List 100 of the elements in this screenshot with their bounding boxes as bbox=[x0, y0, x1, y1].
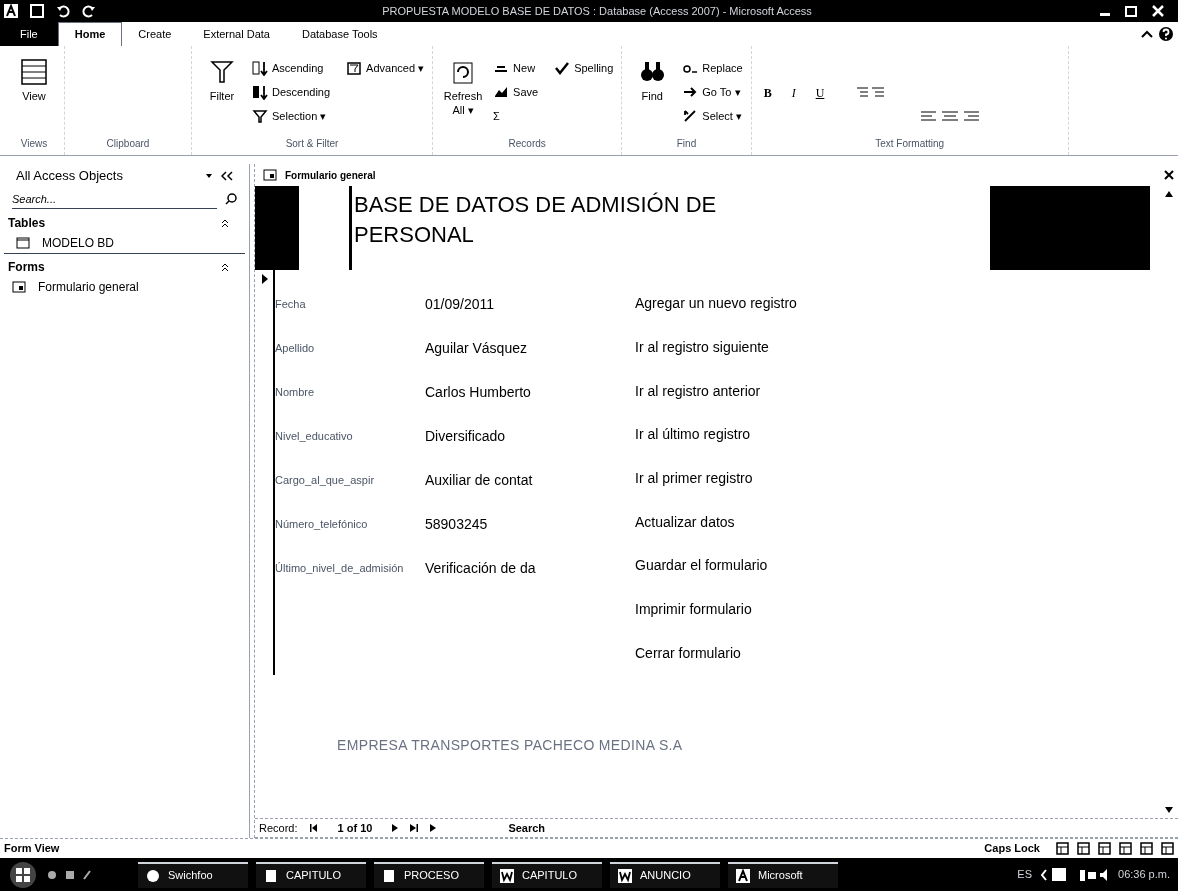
ribbon-group-label: Views bbox=[19, 137, 49, 151]
ribbon-button[interactable]: Go To ▾ bbox=[682, 82, 743, 102]
taskbar-button[interactable]: PROCESO bbox=[374, 861, 484, 888]
ribbon-button[interactable]: Advanced ▾ bbox=[346, 58, 425, 78]
field-label: Número_telefónico bbox=[275, 516, 369, 532]
command-button[interactable]: Imprimir formulario bbox=[635, 599, 752, 621]
format-button[interactable]: B bbox=[759, 84, 776, 102]
format-button[interactable]: U bbox=[811, 84, 829, 102]
field-label: Apellido bbox=[275, 340, 316, 356]
command-button[interactable]: Ir al último registro bbox=[635, 424, 751, 446]
sort-ascending-icon bbox=[252, 60, 268, 76]
collapse-ribbon-icon[interactable] bbox=[1140, 28, 1154, 40]
command-button[interactable]: Ir al registro anterior bbox=[635, 380, 761, 402]
app-icon bbox=[618, 868, 632, 883]
first-record-icon[interactable] bbox=[309, 824, 318, 832]
clock: 06:36 p.m. bbox=[1118, 867, 1170, 883]
ribbon-tab[interactable]: File bbox=[0, 22, 58, 46]
ribbon-button[interactable]: Find bbox=[630, 54, 675, 104]
undo-icon[interactable] bbox=[56, 4, 70, 18]
ribbon-button[interactable]: Selection ▾ bbox=[252, 106, 331, 126]
collapse-icon bbox=[221, 218, 229, 228]
field-value[interactable]: Diversificado bbox=[425, 425, 506, 447]
close-icon[interactable] bbox=[1164, 170, 1174, 180]
ribbon-button[interactable]: Ascending bbox=[252, 58, 331, 78]
field-value[interactable]: Aguilar Vásquez bbox=[425, 337, 527, 359]
field-label: Cargo_al_que_aspir bbox=[275, 472, 376, 488]
design-view-icon[interactable] bbox=[1161, 842, 1174, 855]
redo-icon[interactable] bbox=[82, 4, 96, 18]
indent-icon[interactable] bbox=[856, 86, 887, 100]
scroll-up-icon[interactable] bbox=[1164, 190, 1174, 198]
align-icon[interactable] bbox=[919, 110, 980, 124]
nav-item[interactable]: MODELO BD bbox=[4, 232, 245, 254]
ribbon-button[interactable]: Filter bbox=[200, 54, 244, 104]
field-value[interactable]: Verificación de da bbox=[425, 557, 536, 579]
ribbon-button[interactable]: Select ▾ bbox=[682, 106, 743, 126]
command-button[interactable]: Ir al registro siguiente bbox=[635, 337, 769, 358]
language-indicator[interactable]: ES bbox=[1017, 866, 1032, 883]
pivot-table-icon[interactable] bbox=[1098, 842, 1111, 855]
ribbon-tab[interactable]: Home bbox=[57, 22, 123, 46]
collapse-pane-icon[interactable] bbox=[221, 171, 233, 181]
form-title: BASE DE DATOS DE ADMISIÓN DE PERSONAL bbox=[354, 191, 718, 249]
field-value[interactable]: Carlos Humberto bbox=[425, 381, 531, 403]
field-label: Nivel_educativo bbox=[275, 428, 354, 444]
ribbon-button[interactable]: Save bbox=[493, 82, 539, 102]
app-icon bbox=[146, 868, 160, 883]
ribbon-button[interactable]: New bbox=[493, 58, 539, 78]
maximize-icon[interactable] bbox=[1124, 5, 1138, 17]
scroll-down-icon[interactable] bbox=[1164, 806, 1174, 814]
document-tab[interactable]: Formulario general bbox=[285, 167, 1156, 183]
ribbon-tab[interactable]: Create bbox=[122, 22, 188, 46]
record-selector-icon[interactable] bbox=[261, 274, 269, 284]
field-value[interactable]: 58903245 bbox=[425, 513, 488, 535]
status-text: Caps Lock bbox=[984, 841, 1040, 857]
new-record-icon[interactable] bbox=[430, 824, 437, 832]
pivot-chart-icon[interactable] bbox=[1119, 842, 1132, 855]
ribbon-button[interactable]: Descending bbox=[252, 82, 331, 102]
command-button[interactable]: Guardar el formulario bbox=[635, 555, 768, 577]
taskbar-button[interactable]: Swichfoo bbox=[138, 861, 248, 888]
search-icon[interactable] bbox=[225, 193, 237, 205]
last-record-icon[interactable] bbox=[410, 824, 419, 832]
nav-group-header[interactable]: Tables bbox=[0, 214, 249, 232]
start-orb-icon[interactable] bbox=[8, 860, 38, 889]
command-button[interactable]: Ir al primer registro bbox=[635, 468, 753, 489]
field-label: Fecha bbox=[275, 296, 307, 312]
record-label: Record: bbox=[259, 820, 298, 836]
app-icon bbox=[500, 868, 514, 883]
next-record-icon[interactable] bbox=[392, 824, 399, 832]
taskbar-button[interactable]: Microsoft bbox=[728, 861, 838, 888]
command-button[interactable]: Agregar un nuevo registro bbox=[635, 293, 797, 315]
ribbon-button[interactable]: Replace bbox=[682, 58, 743, 78]
record-search-field[interactable]: Search bbox=[508, 819, 546, 837]
field-value[interactable]: 01/09/2011 bbox=[425, 293, 495, 315]
format-button[interactable]: I bbox=[787, 84, 800, 102]
record-position[interactable]: 1 of 10 bbox=[329, 819, 381, 837]
nav-item[interactable]: Formulario general bbox=[0, 276, 249, 298]
taskbar-button[interactable]: ANUNCIO bbox=[610, 861, 720, 888]
nav-group-header[interactable]: Forms bbox=[0, 258, 249, 276]
ribbon-button[interactable]: Refresh All ▾ bbox=[441, 54, 486, 118]
help-icon[interactable] bbox=[1158, 26, 1174, 42]
form-footer-text: EMPRESA TRANSPORTES PACHECO MEDINA S.A bbox=[337, 736, 684, 755]
app-icon bbox=[264, 868, 278, 883]
access-logo-icon[interactable] bbox=[4, 4, 18, 18]
ribbon-button[interactable]: View bbox=[12, 54, 56, 104]
taskbar-button[interactable]: CAPITULO bbox=[256, 861, 366, 888]
app-icon bbox=[382, 868, 396, 883]
datasheet-view-icon[interactable] bbox=[1077, 842, 1090, 855]
ribbon-group-label: Find bbox=[675, 137, 698, 151]
command-button[interactable]: Actualizar datos bbox=[635, 511, 735, 533]
taskbar-button[interactable]: CAPITULO bbox=[492, 861, 602, 888]
layout-view-icon[interactable] bbox=[1140, 842, 1153, 855]
dropdown-icon[interactable] bbox=[205, 172, 213, 180]
tray-icons[interactable] bbox=[1040, 866, 1110, 883]
command-button[interactable]: Cerrar formulario bbox=[635, 642, 741, 664]
ribbon-tab[interactable]: External Data bbox=[187, 22, 286, 46]
field-value[interactable]: Auxiliar de contat bbox=[425, 469, 533, 491]
ribbon-tab[interactable]: Database Tools bbox=[286, 22, 394, 46]
ribbon-button[interactable]: Spelling bbox=[554, 58, 614, 78]
search-field[interactable]: Search... bbox=[12, 189, 217, 209]
form-view-icon[interactable] bbox=[1056, 842, 1069, 855]
ribbon-button[interactable]: Σ bbox=[493, 106, 539, 126]
